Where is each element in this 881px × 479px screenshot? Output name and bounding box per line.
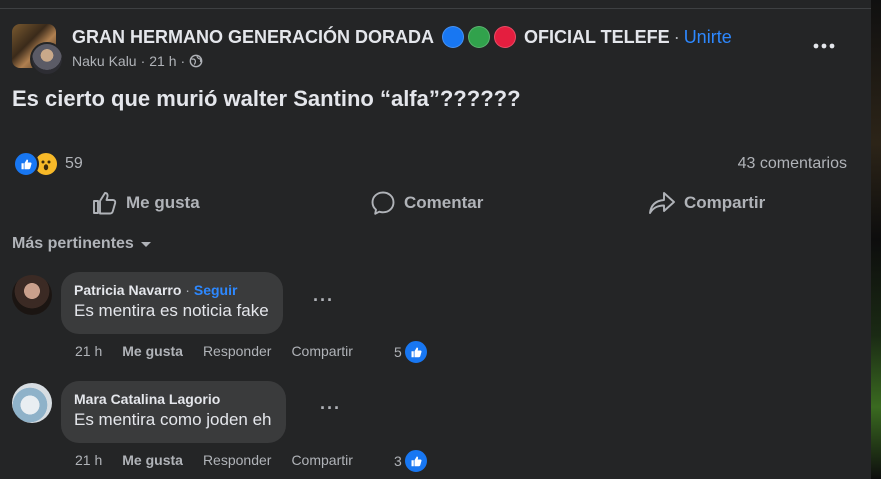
share-button[interactable]: Compartir <box>648 186 765 220</box>
sort-label: Más pertinentes <box>12 235 134 252</box>
background-edge <box>871 0 881 479</box>
comment-reply-button[interactable]: Responder <box>203 343 272 359</box>
post-meta: Naku Kalu · 21 h · <box>72 53 203 69</box>
like-reaction-icon <box>402 448 429 474</box>
join-group-link[interactable]: Unirte <box>684 27 732 48</box>
comment-text: Es mentira es noticia fake <box>74 301 269 320</box>
comment-like-count: 5 <box>394 344 402 360</box>
comment-share-button[interactable]: Compartir <box>291 343 352 359</box>
comment-bubble: Mara Catalina Lagorio Es mentira como jo… <box>61 381 286 443</box>
comment-actions: 21 h Me gusta Responder Compartir <box>75 452 373 468</box>
author-name-link[interactable]: Naku Kalu <box>72 53 137 69</box>
commenter-avatar[interactable] <box>12 383 52 423</box>
group-name-link[interactable]: GRAN HERMANO GENERACIÓN DORADA <box>72 27 434 48</box>
divider <box>0 8 871 9</box>
thumbs-up-icon <box>93 192 117 215</box>
more-horizontal-icon <box>813 43 835 49</box>
like-button[interactable]: Me gusta <box>92 186 200 220</box>
comment-count-link[interactable]: 43 comentarios <box>738 155 847 173</box>
share-button-label: Compartir <box>684 193 766 212</box>
comment-bubble: Patricia Navarro · Seguir Es mentira es … <box>61 272 283 334</box>
caret-down-icon <box>140 240 152 248</box>
blue-circle-emoji <box>442 26 465 48</box>
comment-sort-dropdown[interactable]: Más pertinentes <box>12 235 152 253</box>
green-circle-emoji <box>468 26 491 48</box>
comment-button-label: Comentar <box>404 193 484 212</box>
reactions-summary[interactable]: 59 <box>13 151 83 177</box>
separator-dot: · <box>185 282 190 298</box>
comment-actions: 21 h Me gusta Responder Compartir <box>75 343 373 359</box>
comment-reactions[interactable]: 3 <box>394 448 429 474</box>
comment-author-row: Patricia Navarro · Seguir <box>74 282 269 298</box>
author-avatar[interactable] <box>30 42 64 76</box>
separator-dot: · <box>180 53 186 69</box>
comment-reply-button[interactable]: Responder <box>203 452 272 468</box>
share-arrow-icon <box>649 192 675 214</box>
comment-options-button[interactable]: ··· <box>313 290 334 311</box>
comment-reactions[interactable]: 5 <box>394 339 429 365</box>
reaction-count: 59 <box>65 155 83 172</box>
like-reaction-icon <box>402 339 429 365</box>
commenter-avatar[interactable] <box>12 275 52 315</box>
comment-share-button[interactable]: Compartir <box>291 452 352 468</box>
post-time-link[interactable]: 21 h <box>149 53 176 69</box>
comment-time-link[interactable]: 21 h <box>75 452 102 468</box>
comment-button[interactable]: Comentar <box>370 186 483 220</box>
comment-options-button[interactable]: ··· <box>320 398 341 419</box>
group-avatar[interactable] <box>12 24 64 76</box>
comment-like-button[interactable]: Me gusta <box>122 452 183 468</box>
group-title-row: GRAN HERMANO GENERACIÓN DORADA OFICIAL T… <box>72 26 732 48</box>
comment-text: Es mentira como joden eh <box>74 410 272 429</box>
comment-like-count: 3 <box>394 453 402 469</box>
comment-author-link[interactable]: Patricia Navarro <box>74 282 181 298</box>
like-reaction-icon <box>13 151 39 177</box>
post-text: Es cierto que murió walter Santino “alfa… <box>12 86 521 111</box>
red-circle-emoji <box>494 26 517 48</box>
like-button-label: Me gusta <box>126 193 200 212</box>
follow-link[interactable]: Seguir <box>194 282 238 298</box>
globe-icon <box>189 54 203 68</box>
post-options-button[interactable] <box>808 30 840 62</box>
group-name-suffix[interactable]: OFICIAL TELEFE <box>524 27 670 48</box>
comment-like-button[interactable]: Me gusta <box>122 343 183 359</box>
separator-dot: · <box>140 53 146 69</box>
comment-author-link[interactable]: Mara Catalina Lagorio <box>74 391 220 407</box>
comment-time-link[interactable]: 21 h <box>75 343 102 359</box>
comment-bubble-icon <box>371 191 395 215</box>
comment-author-row: Mara Catalina Lagorio <box>74 391 272 407</box>
separator-dot: · <box>673 26 680 47</box>
